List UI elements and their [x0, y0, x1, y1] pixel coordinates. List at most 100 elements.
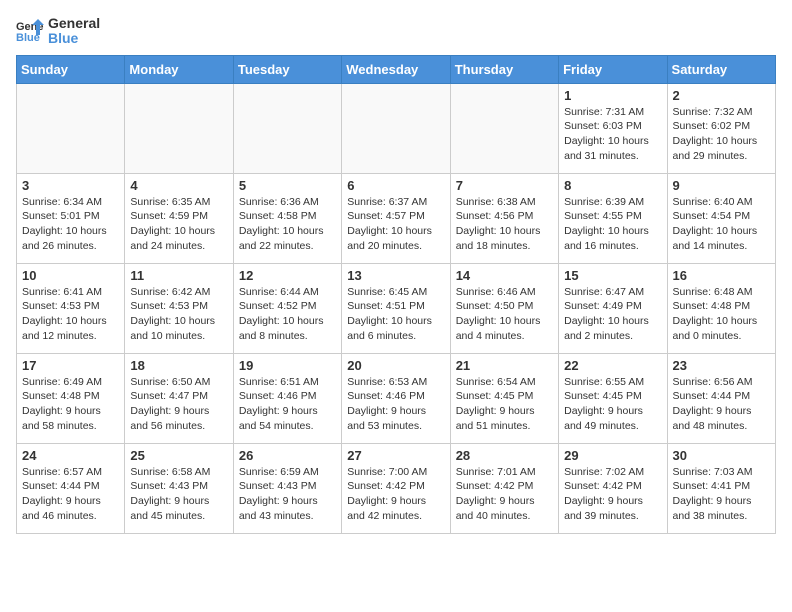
week-row-5: 24 Sunrise: 6:57 AMSunset: 4:44 PMDayligh… — [17, 443, 776, 533]
day-number: 2 — [673, 88, 770, 103]
day-info: Sunrise: 7:02 AMSunset: 4:42 PMDaylight:… — [564, 465, 661, 524]
week-row-1: 1 Sunrise: 7:31 AMSunset: 6:03 PMDaylight… — [17, 83, 776, 173]
day-info: Sunrise: 6:59 AMSunset: 4:43 PMDaylight:… — [239, 465, 336, 524]
calendar-cell: 15 Sunrise: 6:47 AMSunset: 4:49 PMDayligh… — [559, 263, 667, 353]
calendar-cell: 25 Sunrise: 6:58 AMSunset: 4:43 PMDayligh… — [125, 443, 233, 533]
calendar-cell: 6 Sunrise: 6:37 AMSunset: 4:57 PMDaylight… — [342, 173, 450, 263]
day-number: 11 — [130, 268, 227, 283]
day-number: 16 — [673, 268, 770, 283]
calendar-cell — [450, 83, 558, 173]
day-number: 1 — [564, 88, 661, 103]
weekday-header-row: SundayMondayTuesdayWednesdayThursdayFrid… — [17, 55, 776, 83]
logo-icon: General Blue — [16, 17, 44, 45]
calendar-cell: 2 Sunrise: 7:32 AMSunset: 6:02 PMDaylight… — [667, 83, 775, 173]
calendar-cell: 24 Sunrise: 6:57 AMSunset: 4:44 PMDayligh… — [17, 443, 125, 533]
calendar-cell: 28 Sunrise: 7:01 AMSunset: 4:42 PMDayligh… — [450, 443, 558, 533]
calendar-cell: 26 Sunrise: 6:59 AMSunset: 4:43 PMDayligh… — [233, 443, 341, 533]
day-info: Sunrise: 7:01 AMSunset: 4:42 PMDaylight:… — [456, 465, 553, 524]
calendar-cell: 27 Sunrise: 7:00 AMSunset: 4:42 PMDayligh… — [342, 443, 450, 533]
day-number: 7 — [456, 178, 553, 193]
calendar-cell: 10 Sunrise: 6:41 AMSunset: 4:53 PMDayligh… — [17, 263, 125, 353]
day-info: Sunrise: 6:39 AMSunset: 4:55 PMDaylight:… — [564, 195, 661, 254]
day-number: 15 — [564, 268, 661, 283]
weekday-header-friday: Friday — [559, 55, 667, 83]
logo-blue-text: Blue — [48, 31, 100, 46]
calendar-cell: 13Sunrise: 6:45 AMSunset: 4:51 PMDayligh… — [342, 263, 450, 353]
logo: General Blue General Blue — [16, 16, 100, 47]
day-info: Sunrise: 6:55 AMSunset: 4:45 PMDaylight:… — [564, 375, 661, 434]
weekday-header-thursday: Thursday — [450, 55, 558, 83]
weekday-header-tuesday: Tuesday — [233, 55, 341, 83]
day-number: 8 — [564, 178, 661, 193]
day-number: 10 — [22, 268, 119, 283]
weekday-header-wednesday: Wednesday — [342, 55, 450, 83]
calendar: SundayMondayTuesdayWednesdayThursdayFrid… — [16, 55, 776, 534]
day-number: 28 — [456, 448, 553, 463]
calendar-cell: 1 Sunrise: 7:31 AMSunset: 6:03 PMDaylight… — [559, 83, 667, 173]
day-info: Sunrise: 6:53 AMSunset: 4:46 PMDaylight:… — [347, 375, 444, 434]
day-number: 12 — [239, 268, 336, 283]
day-info: Sunrise: 6:50 AMSunset: 4:47 PMDaylight:… — [130, 375, 227, 434]
calendar-cell: 23 Sunrise: 6:56 AMSunset: 4:44 PMDayligh… — [667, 353, 775, 443]
day-number: 6 — [347, 178, 444, 193]
day-number: 23 — [673, 358, 770, 373]
calendar-cell: 29 Sunrise: 7:02 AMSunset: 4:42 PMDayligh… — [559, 443, 667, 533]
day-info: Sunrise: 6:56 AMSunset: 4:44 PMDaylight:… — [673, 375, 770, 434]
day-number: 22 — [564, 358, 661, 373]
day-number: 4 — [130, 178, 227, 193]
calendar-cell: 21 Sunrise: 6:54 AMSunset: 4:45 PMDayligh… — [450, 353, 558, 443]
calendar-cell: 20 Sunrise: 6:53 AMSunset: 4:46 PMDayligh… — [342, 353, 450, 443]
calendar-cell: 16 Sunrise: 6:48 AMSunset: 4:48 PMDayligh… — [667, 263, 775, 353]
day-info: Sunrise: 7:03 AMSunset: 4:41 PMDaylight:… — [673, 465, 770, 524]
week-row-2: 3Sunrise: 6:34 AMSunset: 5:01 PMDaylight… — [17, 173, 776, 263]
day-info: Sunrise: 6:44 AMSunset: 4:52 PMDaylight:… — [239, 285, 336, 344]
day-info: Sunrise: 7:32 AMSunset: 6:02 PMDaylight:… — [673, 105, 770, 164]
day-number: 25 — [130, 448, 227, 463]
day-info: Sunrise: 6:37 AMSunset: 4:57 PMDaylight:… — [347, 195, 444, 254]
day-number: 21 — [456, 358, 553, 373]
calendar-cell — [342, 83, 450, 173]
day-number: 24 — [22, 448, 119, 463]
weekday-header-monday: Monday — [125, 55, 233, 83]
day-number: 13 — [347, 268, 444, 283]
day-number: 5 — [239, 178, 336, 193]
day-number: 26 — [239, 448, 336, 463]
calendar-cell — [233, 83, 341, 173]
calendar-cell: 30 Sunrise: 7:03 AMSunset: 4:41 PMDayligh… — [667, 443, 775, 533]
day-info: Sunrise: 6:47 AMSunset: 4:49 PMDaylight:… — [564, 285, 661, 344]
day-number: 29 — [564, 448, 661, 463]
day-info: Sunrise: 6:49 AMSunset: 4:48 PMDaylight:… — [22, 375, 119, 434]
day-info: Sunrise: 6:51 AMSunset: 4:46 PMDaylight:… — [239, 375, 336, 434]
day-info: Sunrise: 6:57 AMSunset: 4:44 PMDaylight:… — [22, 465, 119, 524]
day-info: Sunrise: 6:58 AMSunset: 4:43 PMDaylight:… — [130, 465, 227, 524]
header: General Blue General Blue — [16, 16, 776, 47]
day-info: Sunrise: 6:35 AMSunset: 4:59 PMDaylight:… — [130, 195, 227, 254]
calendar-cell: 19Sunrise: 6:51 AMSunset: 4:46 PMDayligh… — [233, 353, 341, 443]
day-info: Sunrise: 7:00 AMSunset: 4:42 PMDaylight:… — [347, 465, 444, 524]
calendar-cell: 4 Sunrise: 6:35 AMSunset: 4:59 PMDaylight… — [125, 173, 233, 263]
day-info: Sunrise: 6:54 AMSunset: 4:45 PMDaylight:… — [456, 375, 553, 434]
day-info: Sunrise: 6:38 AMSunset: 4:56 PMDaylight:… — [456, 195, 553, 254]
weekday-header-sunday: Sunday — [17, 55, 125, 83]
day-number: 20 — [347, 358, 444, 373]
day-number: 3 — [22, 178, 119, 193]
day-info: Sunrise: 6:42 AMSunset: 4:53 PMDaylight:… — [130, 285, 227, 344]
calendar-cell — [125, 83, 233, 173]
day-info: Sunrise: 6:41 AMSunset: 4:53 PMDaylight:… — [22, 285, 119, 344]
day-number: 17 — [22, 358, 119, 373]
day-info: Sunrise: 6:48 AMSunset: 4:48 PMDaylight:… — [673, 285, 770, 344]
day-number: 30 — [673, 448, 770, 463]
day-number: 18 — [130, 358, 227, 373]
day-info: Sunrise: 6:40 AMSunset: 4:54 PMDaylight:… — [673, 195, 770, 254]
day-number: 9 — [673, 178, 770, 193]
weekday-header-saturday: Saturday — [667, 55, 775, 83]
calendar-cell: 7 Sunrise: 6:38 AMSunset: 4:56 PMDaylight… — [450, 173, 558, 263]
calendar-cell — [17, 83, 125, 173]
calendar-cell: 17 Sunrise: 6:49 AMSunset: 4:48 PMDayligh… — [17, 353, 125, 443]
day-number: 27 — [347, 448, 444, 463]
day-info: Sunrise: 7:31 AMSunset: 6:03 PMDaylight:… — [564, 105, 661, 164]
calendar-cell: 5Sunrise: 6:36 AMSunset: 4:58 PMDaylight… — [233, 173, 341, 263]
calendar-cell: 11 Sunrise: 6:42 AMSunset: 4:53 PMDayligh… — [125, 263, 233, 353]
calendar-cell: 22 Sunrise: 6:55 AMSunset: 4:45 PMDayligh… — [559, 353, 667, 443]
calendar-cell: 9 Sunrise: 6:40 AMSunset: 4:54 PMDaylight… — [667, 173, 775, 263]
